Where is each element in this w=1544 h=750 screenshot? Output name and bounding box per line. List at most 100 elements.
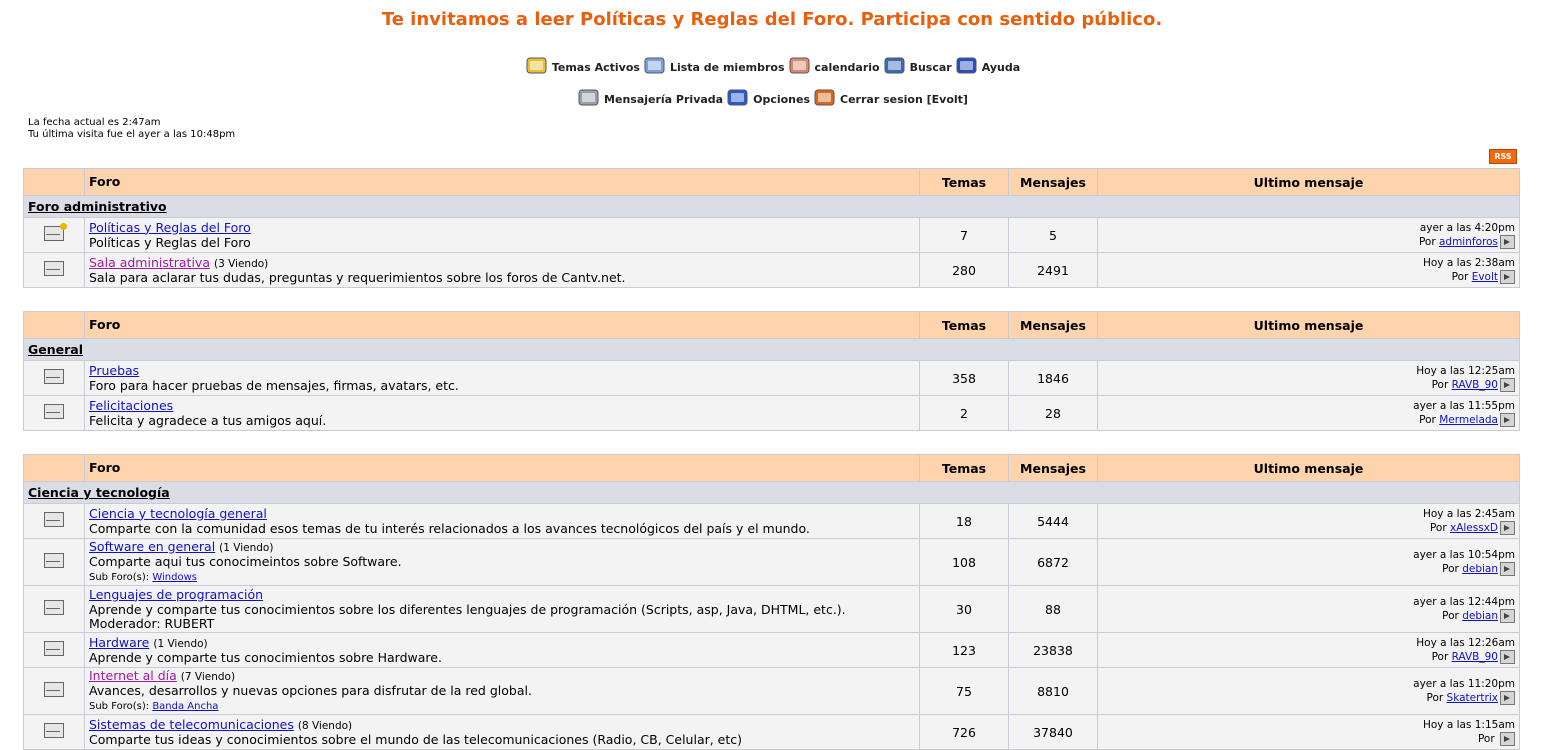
- forum-no-new-posts-icon: [44, 682, 64, 697]
- forum-link[interactable]: Sala administrativa: [89, 255, 210, 270]
- calendar-icon: [787, 54, 815, 81]
- forum-link[interactable]: Internet al día: [89, 668, 177, 683]
- table-row: Internet al día (7 Viendo) Avances, desar…: [23, 667, 1520, 715]
- nav-members-link[interactable]: Lista de miembros: [642, 54, 785, 81]
- go-to-last-post-icon[interactable]: [1500, 609, 1515, 623]
- header-temas: Temas: [919, 311, 1009, 339]
- rss-icon[interactable]: RSS: [1489, 149, 1517, 164]
- go-to-last-post-icon[interactable]: [1500, 650, 1515, 664]
- table-row: Lenguajes de programación Aprende y comp…: [23, 585, 1520, 633]
- nav-row-user: Mensajería Privada Opciones Cerrar sesion …: [0, 86, 1544, 113]
- nav-options-link[interactable]: Opciones: [725, 86, 810, 113]
- topic-count: 75: [919, 667, 1009, 715]
- nav-label: Cerrar sesion [Evolt]: [840, 93, 968, 106]
- nav-active-topics-link[interactable]: Temas Activos: [524, 54, 640, 81]
- table-row: Ciencia y tecnología general Comparte co…: [23, 503, 1520, 539]
- header-mensajes: Mensajes: [1008, 168, 1098, 196]
- post-count: 5: [1008, 217, 1098, 253]
- moderator: Moderador: RUBERT: [89, 615, 215, 631]
- forum-link[interactable]: Pruebas: [89, 363, 139, 378]
- table-header: Foro Temas Mensajes Ultimo mensaje: [23, 454, 1520, 482]
- last-post-time: ayer a las 12:44pm: [1413, 596, 1515, 608]
- date-info: La fecha actual es 2:47am Tu última visi…: [28, 117, 235, 141]
- nav-label: Opciones: [753, 93, 811, 106]
- table-row: Felicitaciones Felicita y agradece a tus…: [23, 395, 1520, 431]
- last-post-by: Por: [1429, 522, 1447, 534]
- post-count: 28: [1008, 395, 1098, 431]
- header-temas: Temas: [919, 168, 1009, 196]
- viewing-count: (1 Viendo): [153, 637, 208, 650]
- topic-count: 358: [919, 360, 1009, 396]
- last-post-user-link[interactable]: RAVB_90: [1452, 379, 1498, 391]
- forum-no-new-posts-icon: [44, 369, 64, 384]
- forum-no-new-posts-icon: [44, 404, 64, 419]
- nav-private-message-link[interactable]: Mensajería Privada: [576, 86, 723, 113]
- forum-link[interactable]: Ciencia y tecnología general: [89, 506, 267, 521]
- forum-no-new-posts-icon: [44, 553, 64, 568]
- members-icon: [642, 54, 670, 81]
- forum-no-new-posts-icon: [44, 723, 64, 738]
- forum-link[interactable]: Sistemas de telecomunicaciones: [89, 717, 294, 732]
- last-post-by: Por: [1426, 692, 1444, 704]
- forum-description: Políticas y Reglas del Foro: [89, 234, 251, 250]
- post-count: 8810: [1008, 667, 1098, 715]
- subforum-link[interactable]: Banda Ancha: [152, 701, 218, 712]
- go-to-last-post-icon[interactable]: [1500, 270, 1515, 284]
- category-link[interactable]: General: [28, 342, 83, 357]
- category-row: Ciencia y tecnología: [23, 481, 1520, 504]
- go-to-last-post-icon[interactable]: [1500, 562, 1515, 576]
- forum-link[interactable]: Políticas y Reglas del Foro: [89, 220, 251, 235]
- go-to-last-post-icon[interactable]: [1500, 521, 1515, 535]
- last-post-user-link[interactable]: RAVB_90: [1452, 651, 1498, 663]
- nav-calendar-link[interactable]: calendario: [787, 54, 880, 81]
- forum-section-table: Foro Temas Mensajes Ultimo mensaje Ciencia y…: [23, 454, 1520, 750]
- last-post-user-link[interactable]: debian: [1462, 563, 1498, 575]
- header-foro: Foro: [84, 168, 920, 196]
- last-post-user-link[interactable]: debian: [1462, 610, 1498, 622]
- header-ultimo: Ultimo mensaje: [1097, 168, 1520, 196]
- go-to-last-post-icon[interactable]: [1500, 691, 1515, 705]
- nav-logout-link[interactable]: Cerrar sesion [Evolt]: [812, 86, 968, 113]
- last-post-user-link[interactable]: Skatertrix: [1447, 692, 1498, 704]
- last-post-by: Por: [1451, 271, 1469, 283]
- last-post-user-link[interactable]: Mermelada: [1439, 414, 1498, 426]
- table-header: Foro Temas Mensajes Ultimo mensaje: [23, 311, 1520, 339]
- logout-icon: [812, 86, 840, 113]
- topic-count: 7: [919, 217, 1009, 253]
- post-count: 5444: [1008, 503, 1098, 539]
- forum-no-new-posts-icon: [44, 641, 64, 656]
- options-icon: [725, 86, 753, 113]
- topic-count: 123: [919, 632, 1009, 668]
- category-link[interactable]: Ciencia y tecnología: [28, 485, 170, 500]
- topic-count: 2: [919, 395, 1009, 431]
- last-post-user-link[interactable]: adminforos: [1439, 236, 1498, 248]
- post-count: 23838: [1008, 632, 1098, 668]
- help-icon: [954, 54, 982, 81]
- forum-link[interactable]: Software en general: [89, 539, 215, 554]
- last-post-by: Por: [1431, 379, 1449, 391]
- last-post-user-link[interactable]: Evolt: [1472, 271, 1498, 283]
- go-to-last-post-icon[interactable]: [1500, 413, 1515, 427]
- forum-description: Comparte aqui tus conocimeintos sobre So…: [89, 553, 402, 569]
- forum-section-table: Foro Temas Mensajes Ultimo mensaje Foro admi…: [23, 168, 1520, 288]
- forum-description: Aprende y comparte tus conocimientos sob…: [89, 601, 846, 617]
- forum-description: Avances, desarrollos y nuevas opciones p…: [89, 682, 532, 698]
- category-link[interactable]: Foro administrativo: [28, 199, 167, 214]
- category-row: General: [23, 338, 1520, 361]
- forum-link[interactable]: Felicitaciones: [89, 398, 173, 413]
- forum-link[interactable]: Lenguajes de programación: [89, 587, 263, 602]
- topic-count: 30: [919, 585, 1009, 633]
- topic-count: 18: [919, 503, 1009, 539]
- last-post-time: ayer a las 11:55pm: [1413, 400, 1515, 412]
- last-post-user-link[interactable]: xAlessxD: [1450, 522, 1498, 534]
- last-post-time: Hoy a las 1:15am: [1422, 719, 1515, 731]
- nav-help-link[interactable]: Ayuda: [954, 54, 1020, 81]
- last-post-time: ayer a las 10:54pm: [1413, 549, 1515, 561]
- go-to-last-post-icon[interactable]: [1500, 378, 1515, 392]
- table-row: Hardware (1 Viendo) Aprende y comparte tu…: [23, 632, 1520, 668]
- go-to-last-post-icon[interactable]: [1500, 235, 1515, 249]
- forum-link[interactable]: Hardware: [89, 635, 149, 650]
- forum-no-new-posts-icon: [44, 600, 64, 615]
- nav-search-link[interactable]: Buscar: [882, 54, 952, 81]
- subforum-link[interactable]: Windows: [152, 572, 197, 583]
